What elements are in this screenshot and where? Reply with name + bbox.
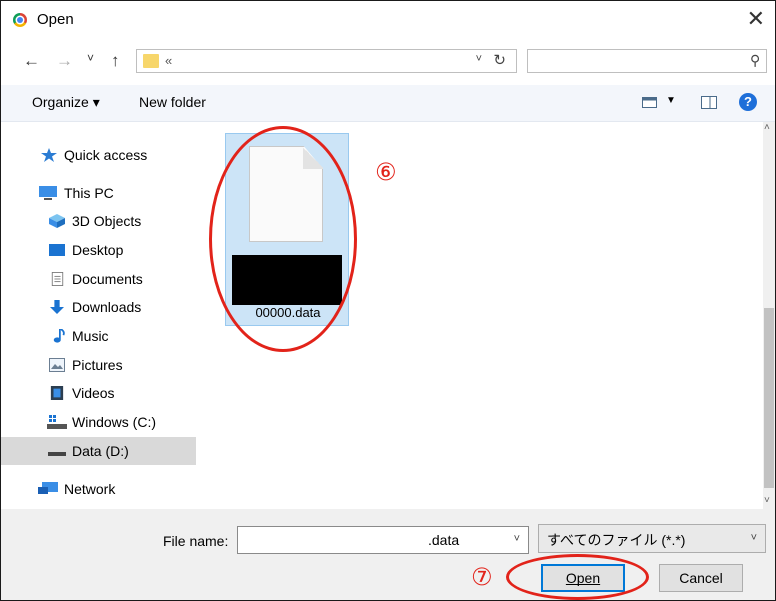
sidebar-item-label: Windows (C:)	[72, 414, 157, 430]
sidebar-item-pictures[interactable]: Pictures	[1, 351, 196, 379]
sidebar-item-videos[interactable]: Videos	[1, 379, 196, 407]
organize-button[interactable]: Organize ▾	[32, 94, 100, 111]
chrome-app-icon	[13, 13, 27, 27]
search-icon[interactable]: ⚲	[750, 52, 760, 69]
sidebar-item-data-d[interactable]: Data (D:)	[1, 437, 196, 465]
refresh-icon[interactable]: ↻	[493, 51, 506, 69]
file-page-fold	[303, 146, 323, 169]
file-item[interactable]: 00000.data	[225, 133, 349, 326]
forward-arrow-icon[interactable]: →	[56, 51, 73, 71]
sidebar-item-label: Music	[72, 328, 109, 344]
sidebar-item-label: Downloads	[72, 299, 142, 315]
dialog-title: Open	[37, 11, 74, 28]
sidebar-item-label: Network	[64, 481, 116, 497]
step-6-marker: ⑥	[375, 159, 397, 186]
sidebar-item-3d-objects[interactable]: 3D Objects	[1, 207, 196, 235]
sidebar-item-label: 3D Objects	[72, 213, 142, 229]
sidebar-item-music[interactable]: Music	[1, 322, 196, 350]
network-icon	[38, 482, 58, 494]
picture-icon	[49, 358, 65, 372]
sidebar-item-network[interactable]: Network	[1, 475, 196, 503]
film-icon	[50, 386, 64, 400]
open-button-label: Open	[565, 570, 601, 586]
breadcrumb[interactable]: «	[165, 53, 172, 68]
file-selection-panel: File name: .data ˅ すべてのファイル (*.*) ˅ Open…	[1, 509, 775, 600]
preview-pane-icon[interactable]	[701, 96, 717, 109]
sidebar-item-windows-c[interactable]: Windows (C:)	[1, 408, 196, 436]
star-icon	[41, 148, 57, 162]
file-type-value: すべてのファイル (*.*)	[547, 532, 686, 548]
sidebar-item-label: Videos	[72, 385, 115, 401]
sidebar-item-label: Desktop	[72, 242, 124, 258]
cancel-button-label: Cancel	[679, 570, 723, 586]
command-toolbar: Organize ▾ New folder ▼ ?	[1, 85, 775, 122]
vertical-scrollbar[interactable]: ˄ ˅	[763, 122, 775, 509]
sidebar-item-documents[interactable]: Documents	[1, 265, 196, 293]
sidebar-item-this-pc[interactable]: This PC	[1, 179, 196, 207]
recent-locations-chevron-icon[interactable]: ˅	[87, 51, 94, 65]
sidebar-item-downloads[interactable]: Downloads	[1, 293, 196, 321]
music-note-icon	[53, 329, 65, 343]
sidebar-item-label: This PC	[64, 185, 114, 201]
windows-drive-icon	[47, 415, 67, 429]
file-type-select[interactable]: すべてのファイル (*.*) ˅	[538, 524, 766, 553]
cancel-button[interactable]: Cancel	[659, 564, 743, 592]
drive-icon	[48, 452, 66, 456]
file-name-field-label: File name:	[163, 533, 229, 549]
sidebar-item-label: Pictures	[72, 357, 123, 373]
change-view-icon[interactable]	[642, 97, 657, 108]
file-name-value: .data	[428, 532, 460, 548]
navigation-pane: Quick access This PC 3D Objects Desktop …	[1, 122, 198, 509]
file-name-label: 00000.data	[255, 305, 321, 320]
new-folder-button[interactable]: New folder	[139, 94, 206, 110]
search-input[interactable]: ⚲	[527, 49, 767, 73]
address-bar[interactable]: « ˅ ↻	[136, 49, 517, 73]
cube-icon	[49, 214, 65, 228]
download-arrow-icon	[50, 300, 64, 314]
sidebar-item-quick-access[interactable]: Quick access	[1, 141, 196, 169]
close-icon[interactable]: ✕	[747, 6, 765, 32]
computer-icon	[39, 186, 57, 200]
up-folder-arrow-icon[interactable]: ↑	[111, 51, 120, 71]
file-name-dropdown-icon[interactable]: ˅	[514, 533, 520, 545]
scroll-down-icon[interactable]: ˅	[764, 495, 770, 506]
back-arrow-icon[interactable]: ←	[23, 51, 40, 71]
document-icon	[51, 272, 64, 286]
title-bar: Open ✕	[1, 1, 775, 37]
open-button[interactable]: Open	[541, 564, 625, 592]
folder-icon	[143, 54, 159, 68]
open-file-dialog: Open ✕ ← → ˅ ↑ « ˅ ↻ ⚲ Organize ▾ New fo…	[0, 0, 776, 601]
address-dropdown-chevron-icon[interactable]: ˅	[476, 53, 482, 65]
file-name-input[interactable]: .data ˅	[237, 526, 529, 554]
view-options-dropdown-icon[interactable]: ▼	[666, 95, 676, 106]
step-7-marker: ⑦	[471, 564, 493, 591]
file-list-area: 00000.data ⑥	[198, 122, 763, 509]
sidebar-item-label: Data (D:)	[72, 443, 129, 459]
sidebar-item-desktop[interactable]: Desktop	[1, 236, 196, 264]
file-type-dropdown-icon[interactable]: ˅	[751, 532, 757, 544]
sidebar-item-label: Documents	[72, 271, 143, 287]
redaction-block	[232, 255, 342, 305]
scroll-thumb[interactable]	[764, 308, 774, 488]
sidebar-item-label: Quick access	[64, 147, 148, 163]
help-icon[interactable]: ?	[739, 93, 757, 111]
desktop-icon	[49, 244, 65, 256]
scroll-up-icon[interactable]: ˄	[764, 122, 770, 133]
